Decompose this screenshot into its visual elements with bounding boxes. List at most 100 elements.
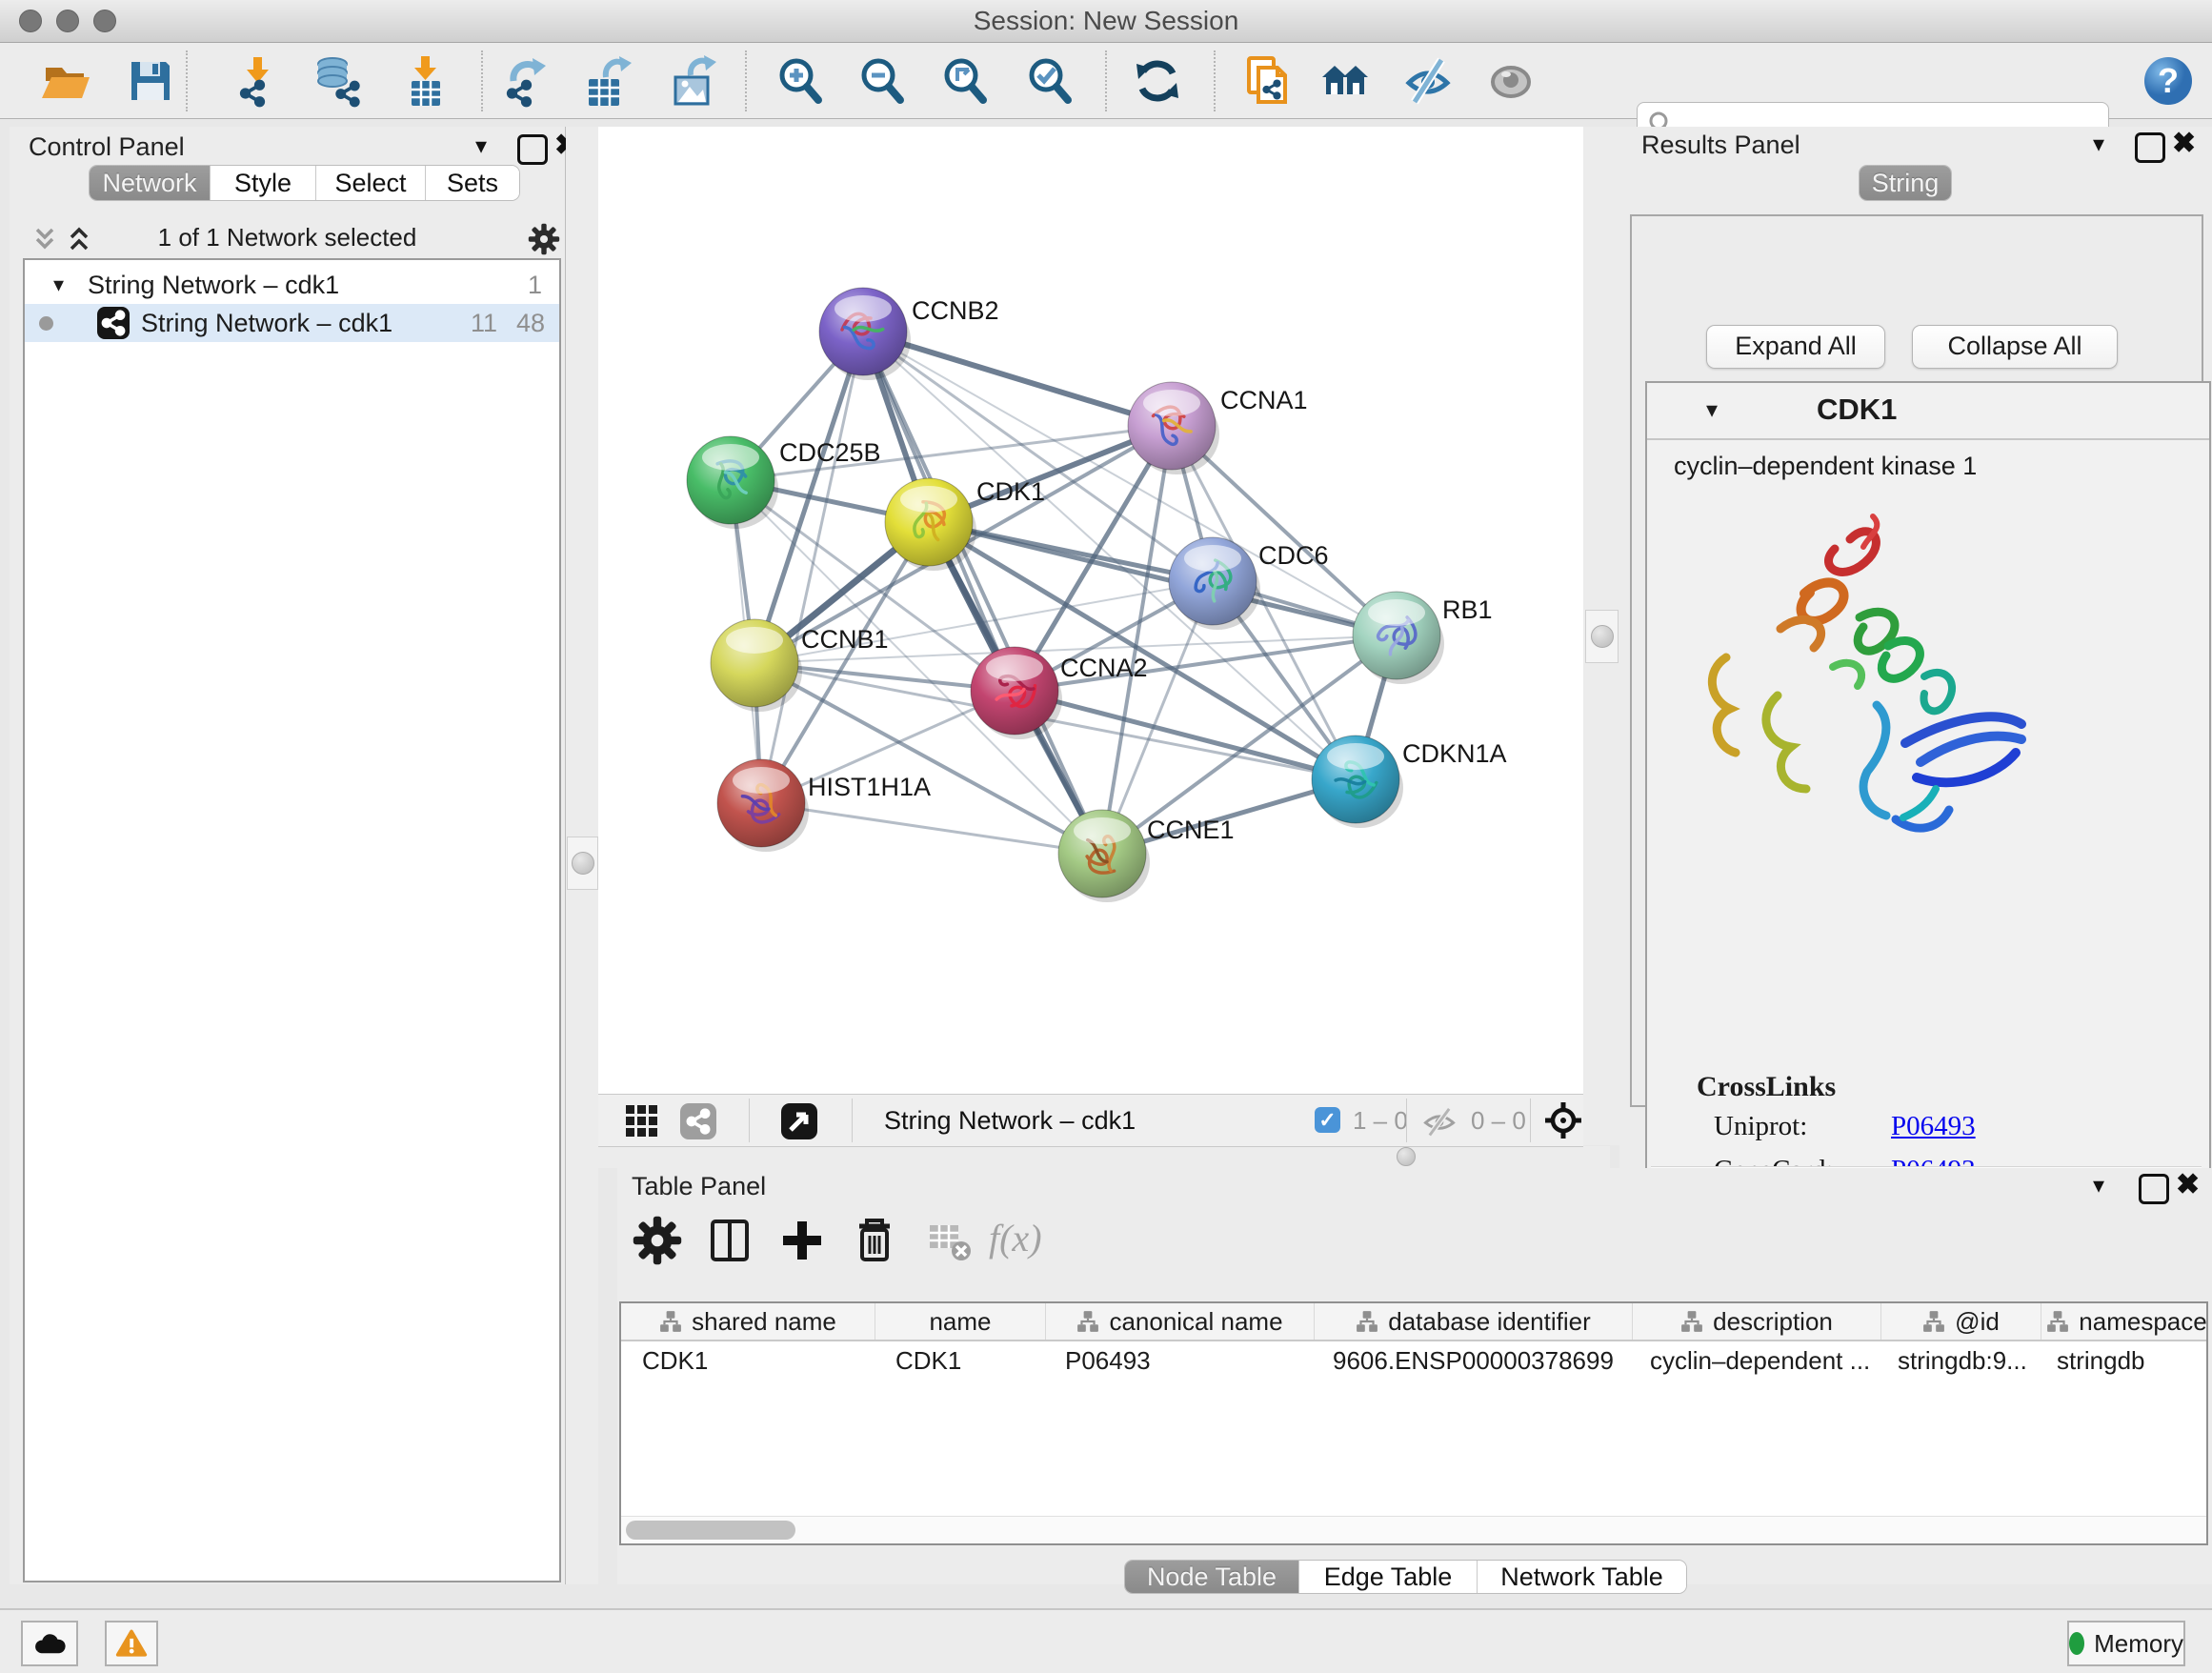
show-columns-icon[interactable] [703,1214,756,1267]
network-node-CCNB1[interactable]: CCNB1 [711,619,889,712]
import-database-icon[interactable] [312,54,365,108]
warning-icon [115,1628,148,1659]
home-icon[interactable] [1318,54,1372,108]
cloud-status-button[interactable] [21,1621,78,1666]
open-session-icon[interactable] [38,54,91,108]
memory-button[interactable]: Memory [2067,1621,2185,1666]
tab-edge-table[interactable]: Edge Table [1298,1561,1477,1593]
hide-icon[interactable] [1401,54,1455,108]
import-network-icon[interactable] [231,54,285,108]
network-canvas[interactable]: CCNB2CCNA1CDC25BCDK1CDC6RB1CCNB1CCNA2CDK… [598,127,1583,1094]
tab-style[interactable]: Style [210,166,315,200]
results-panel-float-icon[interactable] [2135,132,2165,163]
window-close-button[interactable] [19,10,42,32]
collapse-all-button[interactable]: Collapse All [1912,325,2118,369]
control-panel-menu-icon[interactable]: ▾ [475,132,487,161]
gene-name: CDK1 [1817,393,1897,427]
zoom-fit-icon[interactable] [938,54,992,108]
network-node-CDC25B[interactable]: CDC25B [687,436,881,529]
results-panel-menu-icon[interactable]: ▾ [2093,131,2104,159]
hidden-eye-icon [1419,1106,1459,1137]
expand-all-button[interactable]: Expand All [1706,325,1885,369]
table-panel-menu-icon[interactable]: ▾ [2093,1172,2104,1200]
network-node-HIST1H1A[interactable]: HIST1H1A [717,759,931,852]
window-zoom-button[interactable] [93,10,116,32]
cell-namespace[interactable]: stringdb [2036,1341,2206,1380]
column-header-canonical-name[interactable]: canonical name [1046,1303,1315,1340]
refresh-icon[interactable] [1131,54,1184,108]
network-view-row[interactable]: String Network – cdk1 11 48 [25,304,559,342]
right-splitter[interactable] [1583,127,1621,1145]
column-header-description[interactable]: description [1633,1303,1881,1340]
bottom-splitter[interactable] [598,1146,1610,1168]
table-panel-float-icon[interactable] [2139,1174,2169,1204]
results-panel-close-icon[interactable]: ✖ [2172,130,2196,158]
show-icon[interactable] [1484,54,1538,108]
tab-select[interactable]: Select [315,166,425,200]
gene-result-card: ▾ CDK1 cyclin–dependent kinase 1 [1645,381,2211,1183]
cell-database-identifier[interactable]: 9606.ENSP00000378699 [1312,1341,1629,1380]
import-table-icon[interactable] [399,54,452,108]
fit-crosshair-icon[interactable] [1543,1100,1583,1140]
delete-column-icon[interactable] [848,1214,901,1267]
network-node-RB1[interactable]: RB1 [1353,592,1493,684]
network-node-CDK1[interactable]: CDK1 [885,477,1045,571]
save-session-icon[interactable] [124,54,177,108]
left-splitter[interactable] [566,127,598,1584]
network-collection-row[interactable]: ▾ String Network – cdk1 1 [25,266,559,304]
node-table[interactable]: shared namenamecanonical namedatabase id… [619,1301,2208,1545]
network-node-CDKN1A[interactable]: CDKN1A [1312,736,1507,828]
warning-status-button[interactable] [105,1621,158,1666]
tab-network[interactable]: Network [90,166,210,200]
zoom-out-icon[interactable] [855,54,909,108]
cell-name[interactable]: CDK1 [875,1341,1044,1380]
window-minimize-button[interactable] [56,10,79,32]
node-label-CDC25B: CDC25B [779,438,881,467]
table-panel-close-icon[interactable]: ✖ [2176,1171,2200,1199]
column-header-name[interactable]: name [875,1303,1046,1340]
crosslink-value-link[interactable]: P06493 [1891,1111,1976,1141]
table-row[interactable]: CDK1CDK1P064939606.ENSP00000378699cyclin… [621,1341,2208,1380]
cell-canonical-name[interactable]: P06493 [1044,1341,1312,1380]
cell-@id[interactable]: stringdb:9... [1877,1341,2036,1380]
copy-network-icon[interactable] [1241,54,1295,108]
tab-node-table[interactable]: Node Table [1125,1561,1298,1593]
export-image-icon[interactable] [666,54,719,108]
export-table-icon[interactable] [581,54,634,108]
tab-string[interactable]: String [1860,166,1951,200]
column-header-namespace[interactable]: namespace [2041,1303,2208,1340]
export-network-icon[interactable] [498,54,552,108]
network-options-gear-icon[interactable] [527,222,561,256]
tab-network-table[interactable]: Network Table [1477,1561,1686,1593]
grid-view-icon[interactable] [625,1104,659,1139]
selected-checkbox-icon[interactable]: ✓ [1315,1107,1340,1133]
add-column-icon[interactable] [775,1214,829,1267]
cell-description[interactable]: cyclin–dependent ... [1629,1341,1877,1380]
help-icon[interactable]: ? [2142,54,2195,108]
birdseye-icon[interactable] [781,1103,817,1139]
crosslink-row: Uniprot:P06493 [1714,1111,1976,1142]
gene-collapse-icon[interactable]: ▾ [1706,396,1718,424]
tab-sets[interactable]: Sets [425,166,519,200]
table-options-gear-icon[interactable] [631,1214,684,1267]
node-label-CCNB1: CCNB1 [801,625,889,654]
network-node-CCNE1[interactable]: CCNE1 [1058,810,1235,902]
zoom-in-icon[interactable] [774,54,827,108]
column-header-shared-name[interactable]: shared name [621,1303,875,1340]
cell-shared-name[interactable]: CDK1 [621,1341,875,1380]
network-node-CCNA1[interactable]: CCNA1 [1128,382,1308,474]
view-dot-icon [39,316,53,331]
table-panel-title: Table Panel [632,1172,766,1201]
column-header-@id[interactable]: @id [1881,1303,2041,1340]
network-node-CCNA2[interactable]: CCNA2 [971,647,1148,739]
table-hscrollbar[interactable] [621,1516,2206,1543]
control-panel-float-icon[interactable] [517,134,548,165]
zoom-selected-icon[interactable] [1023,54,1076,108]
column-header-database-identifier[interactable]: database identifier [1315,1303,1633,1340]
node-label-RB1: RB1 [1442,595,1493,624]
share-view-icon[interactable] [680,1103,716,1139]
gene-header[interactable]: ▾ CDK1 [1647,383,2209,440]
control-panel: Control Panel ▾ ✖ Network Style Select S… [10,127,566,1584]
main-toolbar: ? [0,43,2212,119]
results-panel-tabs: String [1859,165,1952,201]
